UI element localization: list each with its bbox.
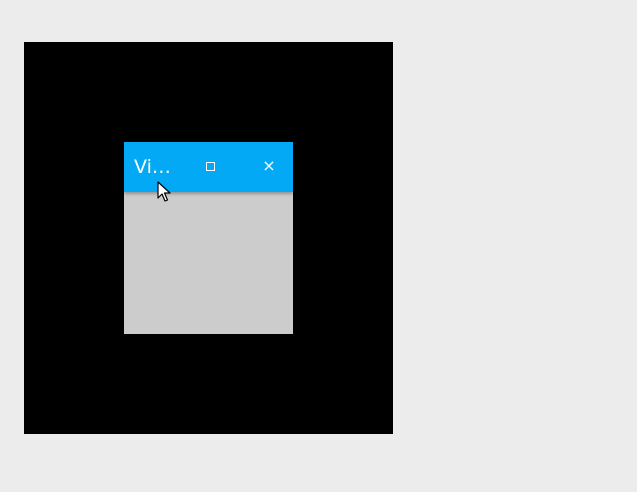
app-window[interactable]: Vi… × <box>124 142 293 334</box>
desktop-canvas: Vi… × <box>24 42 393 434</box>
window-titlebar[interactable]: Vi… × <box>124 142 293 192</box>
close-button[interactable]: × <box>254 154 284 178</box>
window-content <box>124 192 293 334</box>
maximize-icon <box>206 162 215 171</box>
maximize-button[interactable] <box>196 155 226 179</box>
window-title: Vi… <box>134 156 171 178</box>
mouse-pointer-icon <box>157 181 171 202</box>
